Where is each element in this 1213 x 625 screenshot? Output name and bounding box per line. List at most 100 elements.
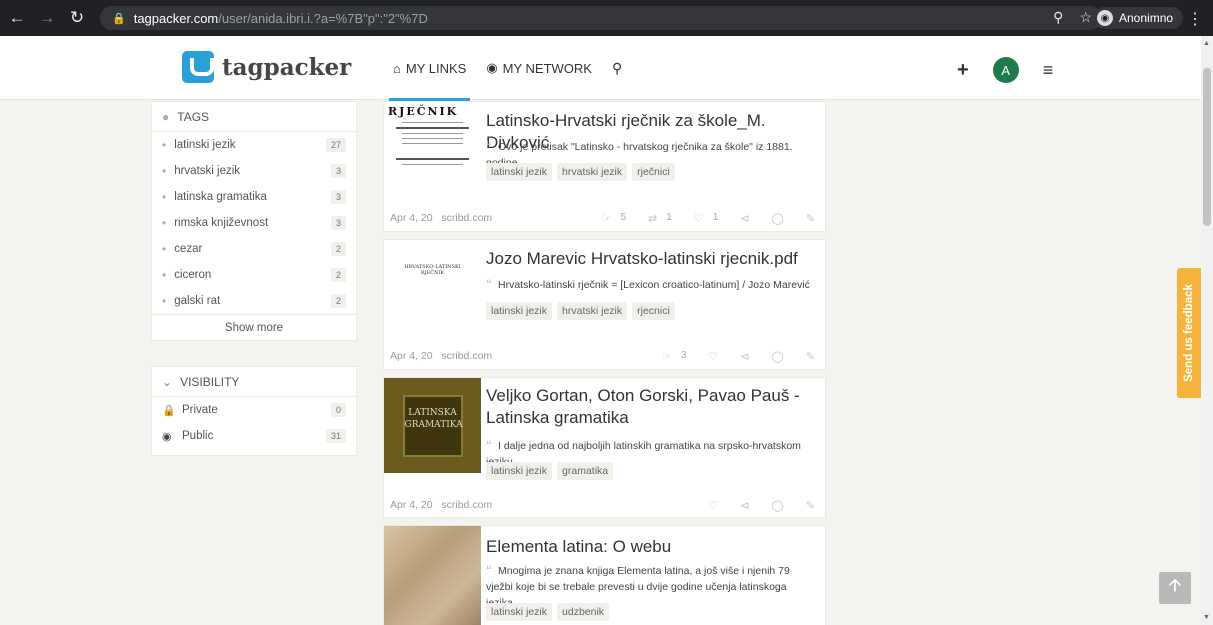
- tag-item[interactable]: • ciceron 2: [152, 262, 356, 288]
- site-header: tagpacker ⌂ MY LINKS ◉ MY NETWORK ⚲ + A …: [0, 36, 1201, 101]
- tag-count: 3: [330, 164, 346, 178]
- link-thumbnail[interactable]: LATINSKA GRAMATIKA: [384, 378, 481, 473]
- star-icon[interactable]: ☆: [1079, 9, 1092, 26]
- logo[interactable]: tagpacker: [182, 51, 351, 83]
- logo-text: tagpacker: [222, 53, 352, 81]
- link-thumbnail[interactable]: [384, 526, 481, 625]
- link-footer: Apr 4, 20 scribd.com ☞ 5 ⇄ 1 ♡ 1 ⊲ ◯ ✎: [390, 208, 815, 228]
- globe-icon: ◉: [162, 430, 172, 443]
- globe-icon[interactable]: ◯: [771, 350, 783, 363]
- reload-icon[interactable]: ↻: [64, 8, 90, 28]
- tags-panel: ● TAGS • latinski jezik 27 • hrvatski jezik…: [151, 101, 357, 341]
- tag-item[interactable]: • rimska književnost 3: [152, 210, 356, 236]
- link-source[interactable]: scribd.com: [441, 212, 492, 224]
- tag-count: 2: [330, 242, 346, 256]
- back-icon[interactable]: ←: [4, 8, 30, 28]
- tab-my-links[interactable]: ⌂ MY LINKS: [388, 36, 471, 101]
- scroll-down-icon[interactable]: ▼: [1203, 614, 1210, 621]
- link-source[interactable]: scribd.com: [441, 499, 492, 511]
- tag-chip[interactable]: rječnici: [632, 163, 675, 181]
- link-thumbnail[interactable]: HRVATSKO-LATINSKI RJEČNIK: [384, 240, 481, 360]
- clicks-counter[interactable]: ☞ 3: [662, 350, 686, 363]
- tag-item[interactable]: • hrvatski jezik 3: [152, 158, 356, 184]
- tag-label: ciceron: [174, 269, 212, 281]
- link-date: Apr 4, 20: [390, 350, 433, 362]
- tag-label: galski rat: [174, 295, 221, 307]
- like-button[interactable]: ♡: [708, 499, 718, 512]
- share-icon[interactable]: ⊲: [740, 212, 749, 225]
- edit-icon[interactable]: ✎: [806, 212, 815, 225]
- visibility-label: Private: [182, 404, 218, 416]
- scroll-up-icon[interactable]: ▲: [1203, 40, 1210, 47]
- page-scrollbar[interactable]: ▲ ▼: [1201, 36, 1213, 625]
- incognito-profile[interactable]: ◉ Anonimno: [1093, 7, 1184, 29]
- like-button[interactable]: ♡: [708, 350, 718, 363]
- link-source[interactable]: scribd.com: [441, 350, 492, 362]
- link-title[interactable]: Elementa latina: O webu: [486, 536, 671, 558]
- link-card[interactable]: Elementa latina: O webu “Mnogima je znan…: [383, 525, 826, 625]
- tag-chip[interactable]: latinski jezik: [486, 603, 553, 621]
- scroll-top-button[interactable]: 🡩: [1159, 572, 1191, 604]
- tab-my-network-label: MY NETWORK: [502, 60, 592, 76]
- tag-label: latinska gramatika: [174, 191, 267, 203]
- forward-icon[interactable]: →: [34, 8, 60, 28]
- pointer-icon: ☞: [601, 212, 612, 225]
- tag-chip[interactable]: rjecnici: [632, 302, 675, 320]
- edit-icon[interactable]: ✎: [806, 350, 815, 363]
- visibility-item-private[interactable]: 🔒 Private 0: [152, 397, 356, 423]
- lock-icon: 🔒: [112, 12, 126, 25]
- feedback-button[interactable]: Send us feedback: [1177, 268, 1201, 398]
- tag-chip[interactable]: latinski jezik: [486, 462, 553, 480]
- profile-label: Anonimno: [1119, 11, 1174, 25]
- link-thumbnail[interactable]: RJEČNIK: [384, 102, 481, 222]
- link-title[interactable]: Jozo Marevic Hrvatsko-latinski rjecnik.p…: [486, 248, 798, 270]
- address-bar[interactable]: 🔒 tagpacker.com/user/anida.ibri.i.?a=%7B…: [100, 6, 1102, 30]
- tag-chip[interactable]: gramatika: [557, 462, 614, 480]
- search-button[interactable]: ⚲: [612, 36, 622, 100]
- edit-icon[interactable]: ✎: [806, 499, 815, 512]
- visibility-item-public[interactable]: ◉ Public 31: [152, 423, 356, 449]
- globe-icon[interactable]: ◯: [771, 499, 783, 512]
- browser-menu-icon[interactable]: ⋮: [1187, 9, 1203, 29]
- visibility-count: 31: [325, 429, 346, 443]
- tags-panel-header[interactable]: ● TAGS: [152, 102, 356, 132]
- link-tags: latinski jezik gramatika: [486, 462, 614, 480]
- tag-item[interactable]: • cezar 2: [152, 236, 356, 262]
- tag-item[interactable]: • latinska gramatika 3: [152, 184, 356, 210]
- url-path: /user/anida.ibri.i.?a=%7B"p":"2"%7D: [218, 10, 428, 26]
- clicks-counter[interactable]: ☞ 5: [602, 212, 626, 225]
- link-description: “ Hrvatsko-latinski rječnik = [Lexicon cr…: [486, 276, 819, 293]
- avatar[interactable]: A: [992, 57, 1019, 83]
- visibility-panel-header[interactable]: ⌄ VISIBILITY: [152, 367, 356, 397]
- repost-icon: ⇄: [648, 212, 658, 225]
- globe-icon[interactable]: ◯: [771, 212, 783, 225]
- quote-icon: “: [486, 563, 492, 577]
- zoom-icon[interactable]: ⚲: [1053, 9, 1063, 26]
- show-more-button[interactable]: Show more: [152, 314, 356, 340]
- tag-item[interactable]: • latinski jezik 27: [152, 132, 356, 158]
- link-card[interactable]: RJEČNIK Latinsko-Hrvatski rječnik za ško…: [383, 101, 826, 232]
- add-link-button[interactable]: +: [957, 59, 969, 82]
- link-card[interactable]: HRVATSKO-LATINSKI RJEČNIK Jozo Marevic H…: [383, 239, 826, 370]
- link-card[interactable]: LATINSKA GRAMATIKA Veljko Gortan, Oton G…: [383, 377, 826, 518]
- like-button[interactable]: ♡ 1: [694, 212, 718, 225]
- url-host: tagpacker.com: [133, 10, 219, 26]
- tag-chip[interactable]: hrvatski jezik: [557, 302, 628, 320]
- heart-icon: ♡: [708, 350, 719, 363]
- tab-my-links-label: MY LINKS: [405, 60, 467, 76]
- scrollbar-thumb[interactable]: [1203, 68, 1211, 226]
- menu-icon[interactable]: ≡: [1043, 60, 1054, 81]
- tag-chip[interactable]: hrvatski jezik: [557, 163, 628, 181]
- tag-chip[interactable]: latinski jezik: [486, 163, 553, 181]
- tab-my-network[interactable]: ◉ MY NETWORK: [486, 36, 592, 100]
- link-title[interactable]: Veljko Gortan, Oton Gorski, Pavao Pauš -…: [486, 385, 806, 429]
- visibility-label: Public: [182, 430, 214, 442]
- visibility-count: 0: [330, 403, 346, 417]
- share-icon[interactable]: ⊲: [740, 350, 749, 363]
- tag-item[interactable]: • galski rat 2: [152, 288, 356, 314]
- repost-button[interactable]: ⇄ 1: [648, 212, 672, 225]
- share-icon[interactable]: ⊲: [740, 499, 749, 512]
- bullet-icon: •: [162, 138, 167, 152]
- tag-chip[interactable]: udzbenik: [557, 603, 610, 621]
- tag-chip[interactable]: latinski jezik: [486, 302, 553, 320]
